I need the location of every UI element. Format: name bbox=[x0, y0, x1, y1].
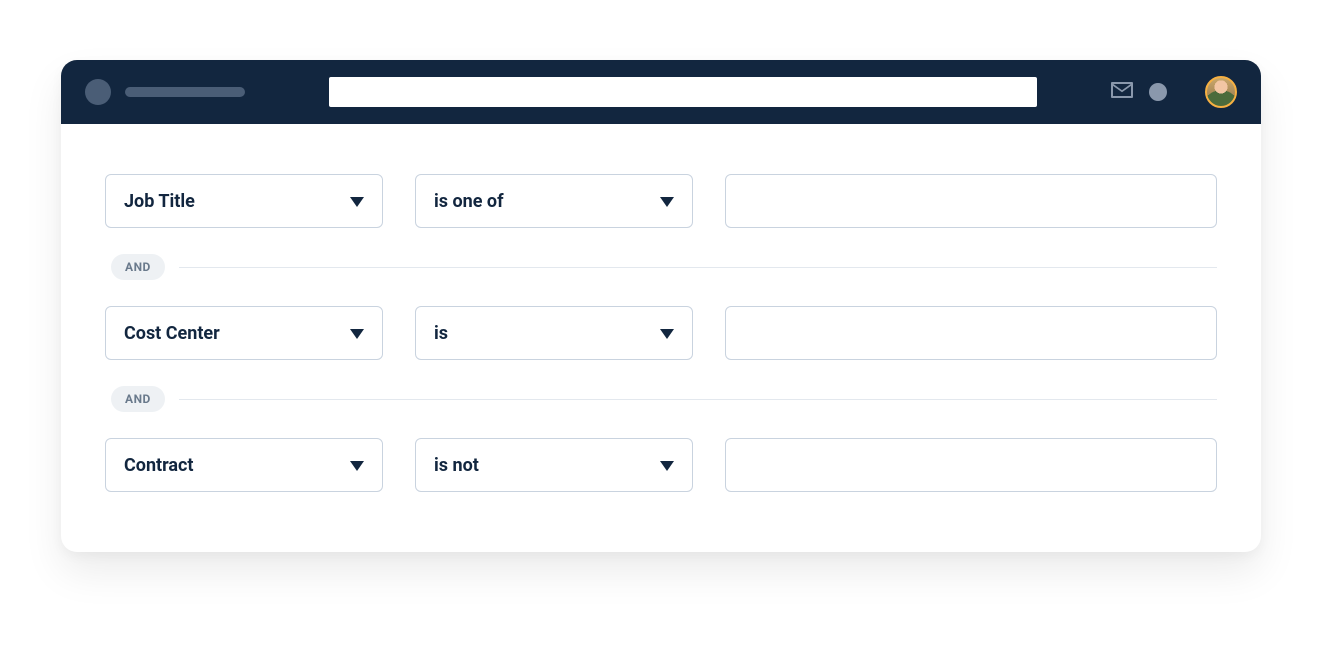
rule-builder: Job Title is one of AND Cost Center bbox=[61, 124, 1261, 552]
field-select-label: Contract bbox=[124, 455, 194, 476]
operator-select[interactable]: is not bbox=[415, 438, 693, 492]
connector-line bbox=[179, 399, 1217, 400]
status-dot-icon[interactable] bbox=[1149, 83, 1167, 101]
field-select[interactable]: Cost Center bbox=[105, 306, 383, 360]
field-select-label: Cost Center bbox=[124, 323, 220, 344]
chevron-down-icon bbox=[660, 455, 674, 476]
rule-row: Cost Center is bbox=[105, 306, 1217, 360]
field-select-label: Job Title bbox=[124, 191, 195, 212]
brand-logo-icon bbox=[85, 79, 111, 105]
operator-select-label: is bbox=[434, 323, 448, 344]
brand-name-placeholder bbox=[125, 87, 245, 97]
chevron-down-icon bbox=[660, 191, 674, 212]
mail-icon[interactable] bbox=[1111, 82, 1133, 102]
rule-row: Contract is not bbox=[105, 438, 1217, 492]
chevron-down-icon bbox=[350, 323, 364, 344]
connector-label: AND bbox=[111, 254, 165, 280]
connector: AND bbox=[105, 386, 1217, 412]
field-select[interactable]: Job Title bbox=[105, 174, 383, 228]
rule-row: Job Title is one of bbox=[105, 174, 1217, 228]
connector-line bbox=[179, 267, 1217, 268]
top-bar bbox=[61, 60, 1261, 124]
search-input[interactable] bbox=[329, 77, 1037, 107]
avatar[interactable] bbox=[1205, 76, 1237, 108]
operator-select[interactable]: is bbox=[415, 306, 693, 360]
apps-icon[interactable] bbox=[1183, 91, 1189, 94]
app-window: Job Title is one of AND Cost Center bbox=[61, 60, 1261, 552]
operator-select[interactable]: is one of bbox=[415, 174, 693, 228]
value-input[interactable] bbox=[725, 438, 1217, 492]
field-select[interactable]: Contract bbox=[105, 438, 383, 492]
value-input[interactable] bbox=[725, 306, 1217, 360]
connector-label: AND bbox=[111, 386, 165, 412]
chevron-down-icon bbox=[660, 323, 674, 344]
chevron-down-icon bbox=[350, 191, 364, 212]
chevron-down-icon bbox=[350, 455, 364, 476]
header-icons bbox=[1111, 76, 1237, 108]
connector: AND bbox=[105, 254, 1217, 280]
operator-select-label: is one of bbox=[434, 191, 504, 212]
operator-select-label: is not bbox=[434, 455, 479, 476]
value-input[interactable] bbox=[725, 174, 1217, 228]
